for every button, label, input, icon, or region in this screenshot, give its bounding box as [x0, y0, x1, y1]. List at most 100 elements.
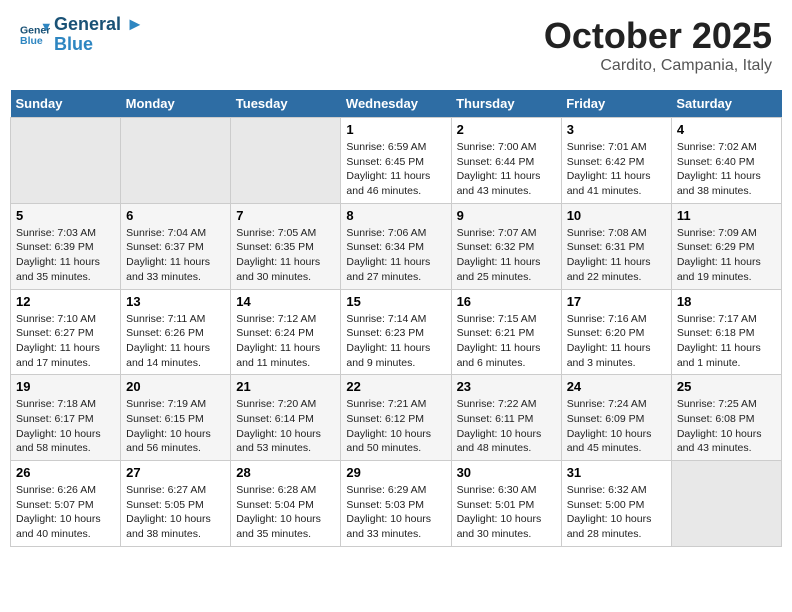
- day-info: Sunrise: 7:22 AM Sunset: 6:11 PM Dayligh…: [457, 397, 556, 456]
- calendar-week-row: 5 Sunrise: 7:03 AM Sunset: 6:39 PM Daylig…: [11, 203, 782, 289]
- day-info: Sunrise: 6:27 AM Sunset: 5:05 PM Dayligh…: [126, 483, 225, 542]
- day-info: Sunrise: 6:28 AM Sunset: 5:04 PM Dayligh…: [236, 483, 335, 542]
- day-number: 27: [126, 465, 225, 480]
- weekday-header-wednesday: Wednesday: [341, 90, 451, 118]
- calendar-cell: 8 Sunrise: 7:06 AM Sunset: 6:34 PM Daylig…: [341, 203, 451, 289]
- logo-line1: General ►: [54, 15, 144, 35]
- calendar-cell: [231, 118, 341, 204]
- day-number: 17: [567, 294, 666, 309]
- day-number: 12: [16, 294, 115, 309]
- weekday-header-monday: Monday: [121, 90, 231, 118]
- calendar-cell: 27 Sunrise: 6:27 AM Sunset: 5:05 PM Dayli…: [121, 461, 231, 547]
- calendar-body: 1 Sunrise: 6:59 AM Sunset: 6:45 PM Daylig…: [11, 118, 782, 547]
- calendar-cell: 16 Sunrise: 7:15 AM Sunset: 6:21 PM Dayli…: [451, 289, 561, 375]
- calendar-cell: 21 Sunrise: 7:20 AM Sunset: 6:14 PM Dayli…: [231, 375, 341, 461]
- calendar-cell: 28 Sunrise: 6:28 AM Sunset: 5:04 PM Dayli…: [231, 461, 341, 547]
- day-number: 21: [236, 379, 335, 394]
- calendar-cell: 30 Sunrise: 6:30 AM Sunset: 5:01 PM Dayli…: [451, 461, 561, 547]
- calendar-cell: 4Sunrise: 7:02 AM Sunset: 6:40 PM Daylig…: [671, 118, 781, 204]
- calendar-cell: 20Sunrise: 7:19 AM Sunset: 6:15 PM Dayli…: [121, 375, 231, 461]
- calendar-cell: 18 Sunrise: 7:17 AM Sunset: 6:18 PM Dayli…: [671, 289, 781, 375]
- weekday-header-saturday: Saturday: [671, 90, 781, 118]
- day-info: Sunrise: 7:17 AM Sunset: 6:18 PM Dayligh…: [677, 312, 776, 371]
- calendar-cell: 23 Sunrise: 7:22 AM Sunset: 6:11 PM Dayli…: [451, 375, 561, 461]
- day-number: 8: [346, 208, 445, 223]
- day-info: Sunrise: 7:06 AM Sunset: 6:34 PM Dayligh…: [346, 226, 445, 285]
- day-number: 15: [346, 294, 445, 309]
- day-info: Sunrise: 7:01 AM Sunset: 6:42 PM Dayligh…: [567, 140, 666, 199]
- day-info: Sunrise: 7:10 AM Sunset: 6:27 PM Dayligh…: [16, 312, 115, 371]
- calendar-cell: 9 Sunrise: 7:07 AM Sunset: 6:32 PM Daylig…: [451, 203, 561, 289]
- day-number: 24: [567, 379, 666, 394]
- svg-text:Blue: Blue: [20, 35, 43, 47]
- day-number: 11: [677, 208, 776, 223]
- calendar-cell: 6Sunrise: 7:04 AM Sunset: 6:37 PM Daylig…: [121, 203, 231, 289]
- day-info: Sunrise: 7:15 AM Sunset: 6:21 PM Dayligh…: [457, 312, 556, 371]
- calendar-cell: 11Sunrise: 7:09 AM Sunset: 6:29 PM Dayli…: [671, 203, 781, 289]
- page-header: General Blue General ► Blue October 2025…: [10, 10, 782, 80]
- day-number: 28: [236, 465, 335, 480]
- day-number: 31: [567, 465, 666, 480]
- day-info: Sunrise: 6:26 AM Sunset: 5:07 PM Dayligh…: [16, 483, 115, 542]
- calendar-cell: 24 Sunrise: 7:24 AM Sunset: 6:09 PM Dayli…: [561, 375, 671, 461]
- day-number: 7: [236, 208, 335, 223]
- day-number: 19: [16, 379, 115, 394]
- day-info: Sunrise: 7:14 AM Sunset: 6:23 PM Dayligh…: [346, 312, 445, 371]
- title-block: October 2025 Cardito, Campania, Italy: [544, 15, 772, 75]
- day-info: Sunrise: 7:19 AM Sunset: 6:15 PM Dayligh…: [126, 397, 225, 456]
- day-info: Sunrise: 7:24 AM Sunset: 6:09 PM Dayligh…: [567, 397, 666, 456]
- day-info: Sunrise: 7:05 AM Sunset: 6:35 PM Dayligh…: [236, 226, 335, 285]
- day-number: 26: [16, 465, 115, 480]
- day-info: Sunrise: 7:08 AM Sunset: 6:31 PM Dayligh…: [567, 226, 666, 285]
- calendar-cell: 5 Sunrise: 7:03 AM Sunset: 6:39 PM Daylig…: [11, 203, 121, 289]
- calendar-cell: 19 Sunrise: 7:18 AM Sunset: 6:17 PM Dayli…: [11, 375, 121, 461]
- day-number: 9: [457, 208, 556, 223]
- day-number: 4: [677, 122, 776, 137]
- calendar-cell: 2Sunrise: 7:00 AM Sunset: 6:44 PM Daylig…: [451, 118, 561, 204]
- calendar-cell: 31Sunrise: 6:32 AM Sunset: 5:00 PM Dayli…: [561, 461, 671, 547]
- day-info: Sunrise: 7:20 AM Sunset: 6:14 PM Dayligh…: [236, 397, 335, 456]
- day-number: 30: [457, 465, 556, 480]
- calendar-cell: 22Sunrise: 7:21 AM Sunset: 6:12 PM Dayli…: [341, 375, 451, 461]
- calendar-cell: [11, 118, 121, 204]
- day-number: 14: [236, 294, 335, 309]
- day-info: Sunrise: 6:29 AM Sunset: 5:03 PM Dayligh…: [346, 483, 445, 542]
- weekday-header-tuesday: Tuesday: [231, 90, 341, 118]
- calendar-cell: 14 Sunrise: 7:12 AM Sunset: 6:24 PM Dayli…: [231, 289, 341, 375]
- calendar-header: SundayMondayTuesdayWednesdayThursdayFrid…: [11, 90, 782, 118]
- calendar-cell: 1 Sunrise: 6:59 AM Sunset: 6:45 PM Daylig…: [341, 118, 451, 204]
- day-info: Sunrise: 6:59 AM Sunset: 6:45 PM Dayligh…: [346, 140, 445, 199]
- day-number: 23: [457, 379, 556, 394]
- day-info: Sunrise: 7:12 AM Sunset: 6:24 PM Dayligh…: [236, 312, 335, 371]
- logo-line2: Blue: [54, 35, 144, 55]
- day-number: 3: [567, 122, 666, 137]
- day-number: 16: [457, 294, 556, 309]
- day-number: 6: [126, 208, 225, 223]
- day-info: Sunrise: 7:00 AM Sunset: 6:44 PM Dayligh…: [457, 140, 556, 199]
- calendar-cell: 13Sunrise: 7:11 AM Sunset: 6:26 PM Dayli…: [121, 289, 231, 375]
- month-title: October 2025: [544, 15, 772, 57]
- day-number: 1: [346, 122, 445, 137]
- day-number: 5: [16, 208, 115, 223]
- calendar-week-row: 1 Sunrise: 6:59 AM Sunset: 6:45 PM Daylig…: [11, 118, 782, 204]
- calendar-cell: [671, 461, 781, 547]
- day-number: 25: [677, 379, 776, 394]
- day-info: Sunrise: 7:16 AM Sunset: 6:20 PM Dayligh…: [567, 312, 666, 371]
- calendar-cell: 26 Sunrise: 6:26 AM Sunset: 5:07 PM Dayli…: [11, 461, 121, 547]
- day-info: Sunrise: 7:11 AM Sunset: 6:26 PM Dayligh…: [126, 312, 225, 371]
- logo: General Blue General ► Blue: [20, 15, 144, 55]
- day-info: Sunrise: 6:30 AM Sunset: 5:01 PM Dayligh…: [457, 483, 556, 542]
- day-info: Sunrise: 7:03 AM Sunset: 6:39 PM Dayligh…: [16, 226, 115, 285]
- day-info: Sunrise: 7:18 AM Sunset: 6:17 PM Dayligh…: [16, 397, 115, 456]
- calendar-week-row: 26 Sunrise: 6:26 AM Sunset: 5:07 PM Dayli…: [11, 461, 782, 547]
- weekday-header-row: SundayMondayTuesdayWednesdayThursdayFrid…: [11, 90, 782, 118]
- calendar-cell: 12 Sunrise: 7:10 AM Sunset: 6:27 PM Dayli…: [11, 289, 121, 375]
- day-info: Sunrise: 7:25 AM Sunset: 6:08 PM Dayligh…: [677, 397, 776, 456]
- calendar-cell: 10Sunrise: 7:08 AM Sunset: 6:31 PM Dayli…: [561, 203, 671, 289]
- location: Cardito, Campania, Italy: [544, 57, 772, 75]
- day-number: 18: [677, 294, 776, 309]
- logo-icon: General Blue: [20, 20, 50, 50]
- calendar-week-row: 19 Sunrise: 7:18 AM Sunset: 6:17 PM Dayli…: [11, 375, 782, 461]
- day-number: 22: [346, 379, 445, 394]
- day-info: Sunrise: 7:07 AM Sunset: 6:32 PM Dayligh…: [457, 226, 556, 285]
